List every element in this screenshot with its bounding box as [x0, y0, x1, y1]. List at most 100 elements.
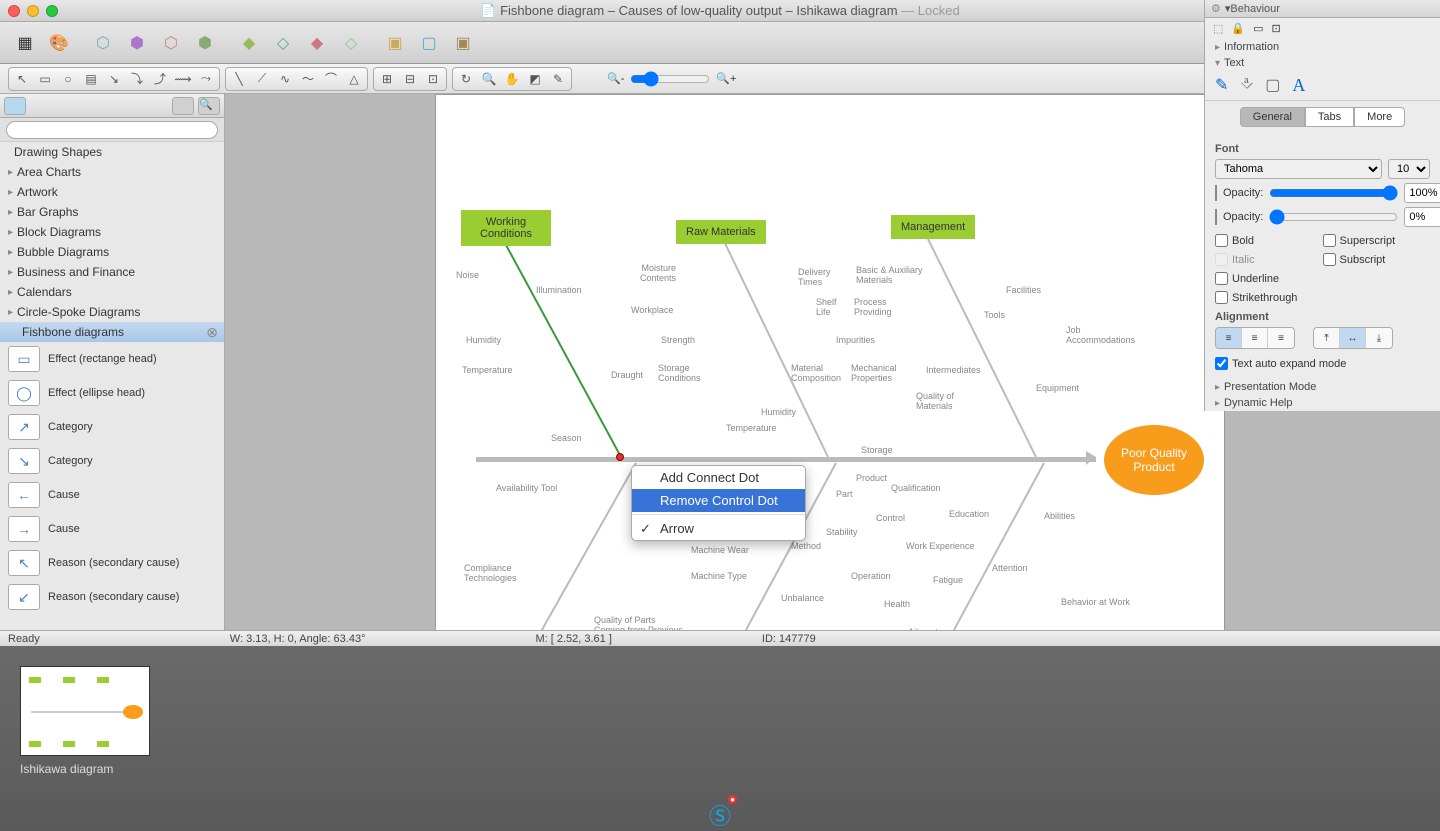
slide-thumbnail[interactable] — [20, 666, 150, 756]
connector2-icon[interactable]: ⤵ — [126, 70, 148, 88]
opacity-fill-slider[interactable] — [1269, 185, 1398, 201]
shape-item[interactable]: ↘Category — [0, 444, 224, 478]
menu-remove-control-dot[interactable]: Remove Control Dot — [632, 489, 805, 512]
tab-general[interactable]: General — [1240, 107, 1305, 127]
fill-color-swatch[interactable] — [1215, 185, 1217, 201]
group2-icon[interactable]: ⊟ — [399, 70, 421, 88]
group1-icon[interactable]: ⊞ — [376, 70, 398, 88]
layer1-icon[interactable]: ▣ — [382, 30, 408, 56]
shape-item[interactable]: ◯Effect (ellipse head) — [0, 376, 224, 410]
minimize-icon[interactable] — [27, 5, 39, 17]
stroke-color-swatch[interactable] — [1215, 209, 1217, 225]
control-dot[interactable] — [616, 453, 624, 461]
tree-item[interactable]: Circle-Spoke Diagrams — [0, 302, 224, 322]
tab-more[interactable]: More — [1354, 107, 1405, 127]
strikethrough-checkbox[interactable]: Strikethrough — [1215, 291, 1323, 304]
pen-tab-icon[interactable]: ✎ — [1215, 75, 1228, 96]
subscript-checkbox[interactable]: Subscript — [1323, 253, 1431, 266]
sidebar-tab-grid-icon[interactable] — [172, 97, 194, 115]
valign-bottom-button[interactable]: ⤓ — [1366, 328, 1392, 348]
align-icon[interactable]: ⊡ — [1272, 22, 1281, 35]
sidebar-tab-search-icon[interactable]: 🔍 — [198, 97, 220, 115]
auto-expand-checkbox[interactable]: Text auto expand mode — [1215, 357, 1430, 370]
tree-item[interactable]: Bubble Diagrams — [0, 242, 224, 262]
page[interactable]: Working Conditions Raw Materials Managem… — [435, 94, 1225, 660]
section-text[interactable]: Text — [1205, 55, 1440, 71]
textbounds-icon[interactable]: ⎀ — [1240, 75, 1253, 96]
cause-box[interactable]: Raw Materials — [676, 220, 766, 244]
bold-checkbox[interactable]: Bold — [1215, 234, 1323, 247]
close-icon[interactable] — [8, 5, 20, 17]
shape-item[interactable]: ↗Category — [0, 410, 224, 444]
pointer-tool-icon[interactable]: ↖ — [11, 70, 33, 88]
opacity-stroke-value[interactable] — [1404, 207, 1440, 227]
search-input[interactable] — [6, 121, 218, 139]
poly-icon[interactable]: △ — [343, 70, 365, 88]
table-icon[interactable]: ▦ — [12, 30, 38, 56]
zoom-tool-icon[interactable]: 🔍 — [478, 70, 500, 88]
connector5-icon[interactable]: ⤳ — [195, 70, 217, 88]
arrange2-icon[interactable]: ◇ — [270, 30, 296, 56]
color-wheel-icon[interactable]: 🎨 — [46, 30, 72, 56]
shape-item[interactable]: ▭Effect (rectange head) — [0, 342, 224, 376]
shape-item[interactable]: ←Cause — [0, 478, 224, 512]
line2-icon[interactable]: ⟋ — [251, 70, 273, 88]
curve1-icon[interactable]: ∿ — [274, 70, 296, 88]
superscript-checkbox[interactable]: Superscript — [1323, 234, 1431, 247]
ellipse-tool-icon[interactable]: ○ — [57, 70, 79, 88]
shape-item[interactable]: ↙Reason (secondary cause) — [0, 580, 224, 614]
lock-icon[interactable]: 🔒 — [1231, 22, 1245, 35]
layer3-icon[interactable]: ▣ — [450, 30, 476, 56]
zoom-out-icon[interactable]: 🔍- — [607, 72, 624, 85]
crop-tool-icon[interactable]: ◩ — [524, 70, 546, 88]
arrange4-icon[interactable]: ◇ — [338, 30, 364, 56]
zoom-in-icon[interactable]: 🔍+ — [716, 72, 736, 85]
menu-arrow[interactable]: Arrow — [632, 517, 805, 540]
close-icon[interactable]: ⊗ — [206, 324, 218, 341]
box-icon[interactable]: ▢ — [1265, 75, 1280, 96]
tree-item[interactable]: Business and Finance — [0, 262, 224, 282]
tree-item[interactable]: Drawing Shapes — [0, 142, 224, 162]
underline-checkbox[interactable]: Underline — [1215, 272, 1323, 285]
rect-tool-icon[interactable]: ▭ — [34, 70, 56, 88]
arc-icon[interactable]: ⌒ — [320, 70, 342, 88]
opacity-stroke-slider[interactable] — [1269, 209, 1398, 225]
page-icon[interactable]: ▭ — [1253, 22, 1263, 35]
valign-top-button[interactable]: ⤒ — [1314, 328, 1340, 348]
align-center-button[interactable]: ≡ — [1242, 328, 1268, 348]
section-dynamic-help[interactable]: Dynamic Help — [1205, 395, 1440, 411]
connector3-icon[interactable]: ⤴ — [149, 70, 171, 88]
layer2-icon[interactable]: ▢ — [416, 30, 442, 56]
arrange3-icon[interactable]: ◆ — [304, 30, 330, 56]
menu-add-connect-dot[interactable]: Add Connect Dot — [632, 466, 805, 489]
curve2-icon[interactable]: 〜 — [297, 70, 319, 88]
tree-item[interactable]: Calendars — [0, 282, 224, 302]
font-family-select[interactable]: Tahoma — [1215, 159, 1382, 179]
tree-item-selected[interactable]: Fishbone diagrams⊗ — [0, 322, 224, 342]
tree2-icon[interactable]: ⬢ — [124, 30, 150, 56]
section-information[interactable]: Information — [1205, 39, 1440, 55]
zoom-slider[interactable] — [630, 71, 710, 87]
cause-box[interactable]: Management — [891, 215, 975, 239]
shape-item[interactable]: →Cause — [0, 512, 224, 546]
text-tool-icon[interactable]: ▤ — [80, 70, 102, 88]
sidebar-tab-list-icon[interactable] — [4, 97, 26, 115]
tree-item[interactable]: Bar Graphs — [0, 202, 224, 222]
italic-checkbox[interactable]: Italic — [1215, 253, 1323, 266]
shape-item[interactable]: ↖Reason (secondary cause) — [0, 546, 224, 580]
align-left-button[interactable]: ≡ — [1216, 328, 1242, 348]
eyedropper-icon[interactable]: ✎ — [547, 70, 569, 88]
tree1-icon[interactable]: ⬡ — [90, 30, 116, 56]
group3-icon[interactable]: ⊡ — [422, 70, 444, 88]
section-presentation[interactable]: Presentation Mode — [1205, 379, 1440, 395]
tree3-icon[interactable]: ⬡ — [158, 30, 184, 56]
tree-item[interactable]: Artwork — [0, 182, 224, 202]
tree4-icon[interactable]: ⬢ — [192, 30, 218, 56]
cause-box[interactable]: Working Conditions — [461, 210, 551, 246]
opacity-fill-value[interactable] — [1404, 183, 1440, 203]
line1-icon[interactable]: ╲ — [228, 70, 250, 88]
effect-ellipse[interactable]: Poor Quality Product — [1104, 425, 1204, 495]
font-size-select[interactable]: 10 — [1388, 159, 1430, 179]
tab-tabs[interactable]: Tabs — [1305, 107, 1354, 127]
refresh-icon[interactable]: ↻ — [455, 70, 477, 88]
